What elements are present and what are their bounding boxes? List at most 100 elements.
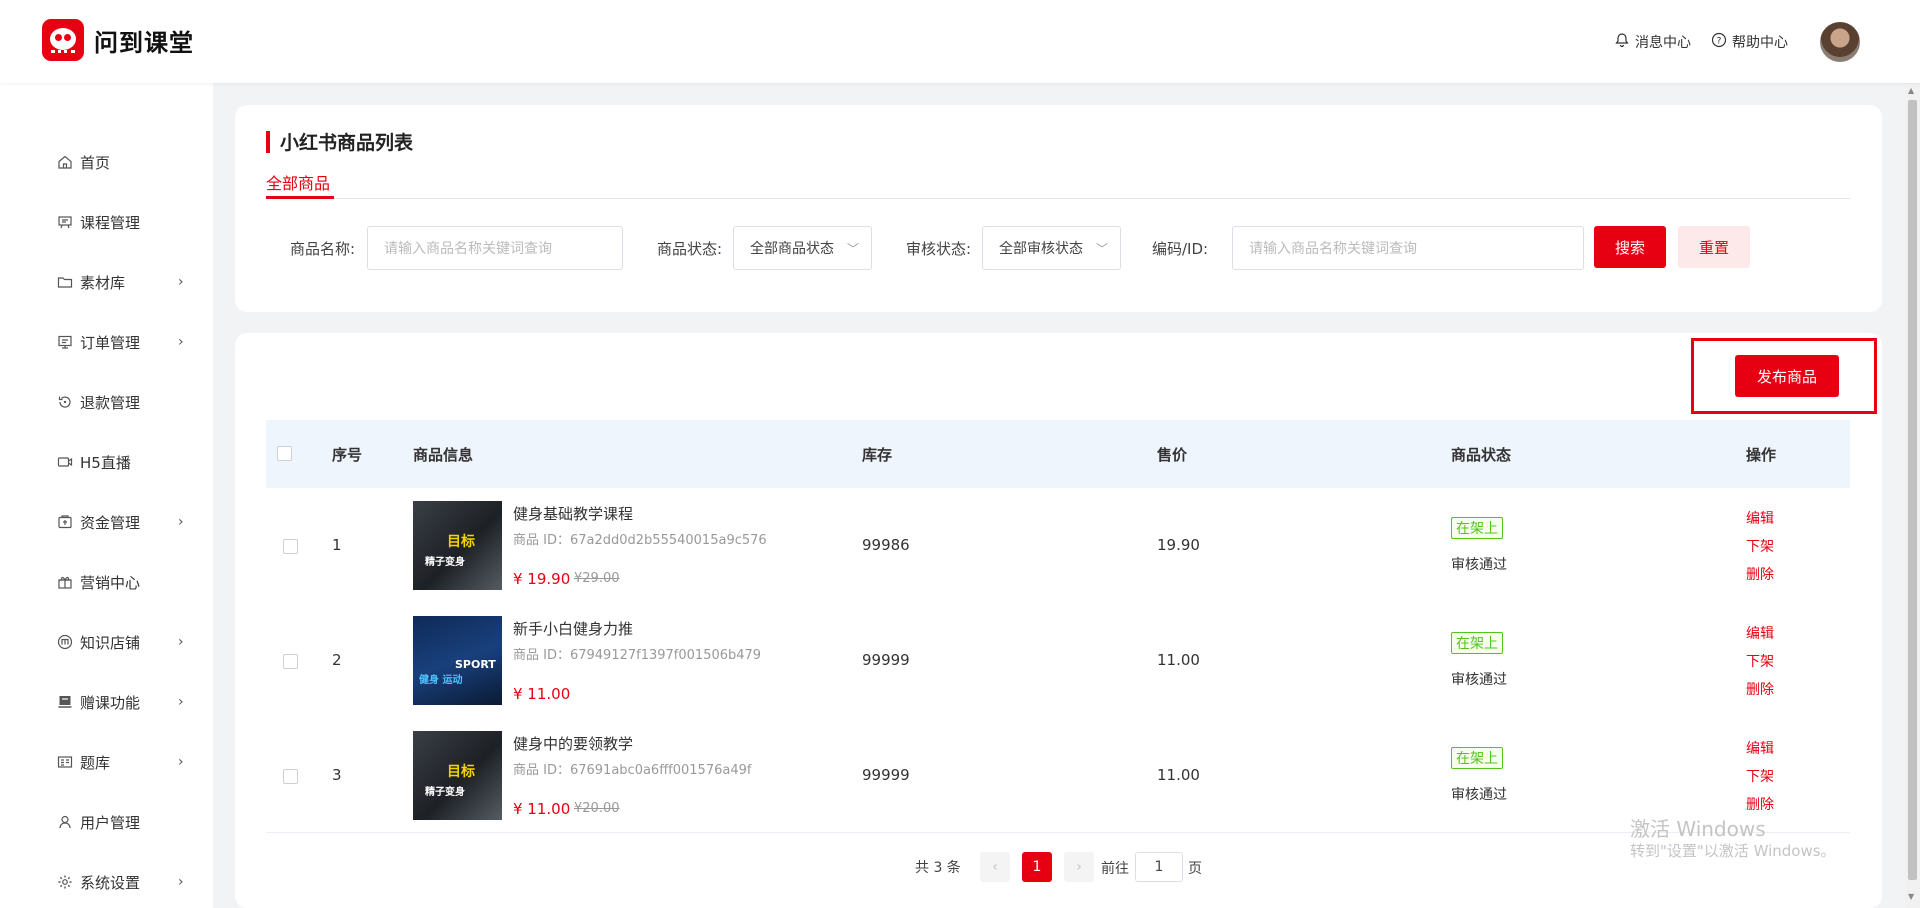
course-icon [56, 213, 74, 231]
filter-card [235, 105, 1882, 312]
search-button[interactable]: 搜索 [1594, 226, 1666, 268]
code-id-label: 编码/ID: [1152, 240, 1209, 258]
delist-link[interactable]: 下架 [1746, 651, 1774, 671]
live-icon [56, 453, 74, 471]
product-thumbnail[interactable]: SPORT 健身 运动 [413, 616, 502, 705]
user-icon [56, 813, 74, 831]
thumbnail-subtitle: 健身 运动 [419, 675, 463, 686]
tab-all-products[interactable]: 全部商品 [266, 170, 330, 194]
gift-icon [56, 573, 74, 591]
sidebar-item-finance[interactable]: 资金管理 › [0, 502, 213, 542]
sidebar-item-label: 知识店铺 [80, 633, 141, 652]
delist-link[interactable]: 下架 [1746, 536, 1774, 556]
column-header-index: 序号 [332, 446, 363, 464]
notification-center-link[interactable]: 消息中心 [1614, 32, 1691, 52]
product-name[interactable]: 新手小白健身力推 [513, 618, 633, 639]
book-gift-icon [56, 693, 74, 711]
column-header-actions: 操作 [1746, 446, 1777, 464]
delete-link[interactable]: 删除 [1746, 794, 1774, 814]
sidebar-item-settings[interactable]: 系统设置 › [0, 862, 213, 902]
chevron-down-icon: ﹀ [1095, 242, 1108, 256]
goto-page-input[interactable]: 1 [1135, 852, 1183, 882]
help-center-link[interactable]: ? 帮助中心 [1711, 32, 1788, 52]
sidebar-item-label: 课程管理 [80, 213, 141, 232]
question-bank-icon [56, 753, 74, 771]
product-status-value: 全部商品状态 [750, 241, 834, 257]
top-bar: 问到课堂 消息中心 ? 帮助中心 [0, 0, 1920, 83]
scroll-up-icon[interactable]: ▲ [1908, 86, 1914, 95]
publish-product-button[interactable]: 发布商品 [1735, 355, 1839, 397]
svg-text:?: ? [1717, 36, 1722, 46]
help-center-label: 帮助中心 [1732, 34, 1788, 51]
product-status-select[interactable]: 全部商品状态 ﹀ [733, 226, 872, 270]
sidebar-item-users[interactable]: 用户管理 [0, 802, 213, 842]
thumbnail-title: SPORT [455, 658, 496, 671]
audit-status: 审核通过 [1451, 557, 1507, 573]
product-thumbnail[interactable]: 目标 精子变身 [413, 731, 502, 820]
sidebar-item-orders[interactable]: 订单管理 › [0, 322, 213, 362]
delete-link[interactable]: 删除 [1746, 679, 1774, 699]
row-checkbox[interactable] [283, 769, 298, 784]
goto-label: 前往 [1101, 861, 1129, 877]
help-icon: ? [1711, 32, 1727, 52]
page-number-current[interactable]: 1 [1022, 852, 1052, 882]
select-all-checkbox[interactable] [277, 446, 292, 461]
sidebar-item-label: 系统设置 [80, 873, 141, 892]
audit-status-label: 审核状态: [906, 240, 972, 258]
scrollbar-thumb[interactable] [1908, 100, 1917, 880]
sidebar-item-label: 资金管理 [80, 513, 141, 532]
code-id-input[interactable]: 请输入商品名称关键词查询 [1232, 226, 1584, 270]
edit-link[interactable]: 编辑 [1746, 508, 1774, 528]
order-icon [56, 333, 74, 351]
product-name[interactable]: 健身中的要领教学 [513, 733, 633, 754]
logo[interactable]: 问到课堂 [42, 19, 194, 61]
product-price: ¥ 19.90 [513, 570, 571, 588]
edit-link[interactable]: 编辑 [1746, 623, 1774, 643]
product-name-label: 商品名称: [290, 240, 356, 258]
row-checkbox[interactable] [283, 654, 298, 669]
status-badge: 在架上 [1451, 632, 1503, 654]
sidebar-item-label: 用户管理 [80, 813, 141, 832]
sidebar-item-shop[interactable]: 知识店铺 › [0, 622, 213, 662]
table-row [266, 603, 1850, 718]
product-name[interactable]: 健身基础教学课程 [513, 503, 633, 524]
audit-status-value: 全部审核状态 [999, 241, 1083, 257]
sidebar-item-label: 退款管理 [80, 393, 141, 412]
edit-link[interactable]: 编辑 [1746, 738, 1774, 758]
scroll-down-icon[interactable]: ▼ [1908, 892, 1914, 901]
product-thumbnail[interactable]: 目标 精子变身 [413, 501, 502, 590]
audit-status-select[interactable]: 全部审核状态 ﹀ [982, 226, 1121, 270]
reset-button[interactable]: 重置 [1678, 226, 1750, 268]
avatar[interactable] [1820, 21, 1860, 62]
delete-link[interactable]: 删除 [1746, 564, 1774, 584]
home-icon [56, 153, 74, 171]
sidebar-item-marketing[interactable]: 营销中心 [0, 562, 213, 602]
sidebar-item-label: 素材库 [80, 273, 126, 292]
chevron-right-icon: › [1076, 859, 1082, 875]
row-checkbox[interactable] [283, 539, 298, 554]
prev-page-button[interactable]: ‹ [980, 852, 1010, 882]
audit-status: 审核通过 [1451, 787, 1507, 803]
chevron-right-icon: › [178, 634, 184, 650]
column-header-stock: 库存 [862, 446, 893, 464]
sidebar-item-home[interactable]: 首页 [0, 142, 213, 182]
sidebar-item-live[interactable]: H5直播 [0, 442, 213, 482]
sidebar-item-label: 营销中心 [80, 573, 141, 592]
sidebar-item-question-bank[interactable]: 题库 › [0, 742, 213, 782]
folder-icon [56, 273, 74, 291]
notification-center-label: 消息中心 [1635, 34, 1691, 51]
product-name-input[interactable]: 请输入商品名称关键词查询 [367, 226, 623, 270]
table-row [266, 718, 1850, 833]
sidebar-item-refunds[interactable]: 退款管理 [0, 382, 213, 422]
sidebar-item-gift-course[interactable]: 赠课功能 › [0, 682, 213, 722]
next-page-button[interactable]: › [1064, 852, 1094, 882]
table-row [266, 488, 1850, 603]
delist-link[interactable]: 下架 [1746, 766, 1774, 786]
sidebar-item-course[interactable]: 课程管理 [0, 202, 213, 242]
sidebar-item-label: 赠课功能 [80, 693, 141, 712]
sidebar-item-materials[interactable]: 素材库 › [0, 262, 213, 302]
gear-icon [56, 873, 74, 891]
logo-icon [42, 19, 84, 61]
sidebar-item-label: 首页 [80, 153, 111, 172]
wallet-icon [56, 513, 74, 531]
